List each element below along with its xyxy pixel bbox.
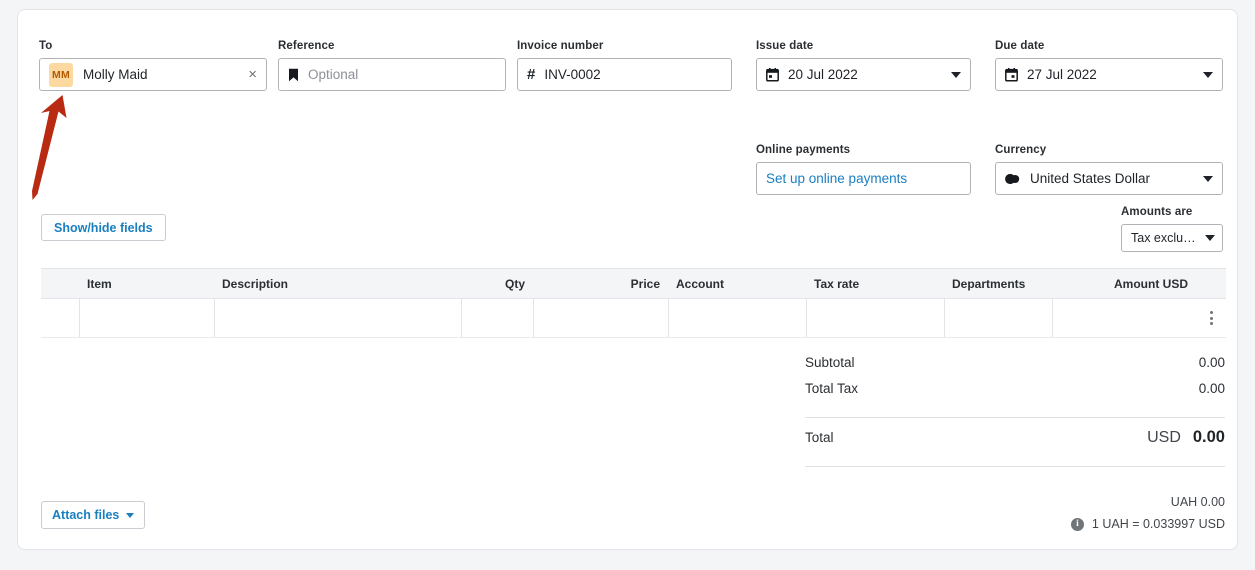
coins-icon — [1005, 173, 1021, 185]
chevron-down-icon[interactable] — [1205, 235, 1215, 241]
subtotal-value: 0.00 — [1198, 355, 1225, 370]
field-amounts-are-label: Amounts are — [1121, 206, 1193, 218]
amounts-are-select[interactable]: Tax exclusive — [1121, 224, 1223, 252]
issue-date-value: 20 Jul 2022 — [788, 67, 858, 82]
field-issue-date: Issue date 20 Jul 2022 — [756, 39, 971, 91]
invoice-editor-card: To MM Molly Maid × Reference Optional In… — [17, 9, 1238, 550]
hash-icon: # — [527, 66, 536, 83]
cell-tax-rate[interactable] — [806, 299, 944, 337]
grand-total-amount-group: USD 0.00 — [1147, 428, 1225, 447]
row-drag-handle[interactable] — [41, 299, 79, 337]
field-issue-date-label: Issue date — [756, 40, 814, 52]
exchange-rate-block: UAH 0.00 i 1 UAH = 0.033997 USD — [805, 493, 1225, 531]
bookmark-icon — [288, 68, 299, 82]
contact-name: Molly Maid — [83, 67, 148, 82]
contact-select[interactable]: MM Molly Maid × — [39, 58, 267, 91]
cell-qty[interactable] — [461, 299, 533, 337]
cell-amount[interactable] — [1052, 299, 1196, 337]
exchange-rate-row: i 1 UAH = 0.033997 USD — [805, 517, 1225, 531]
cell-item[interactable] — [79, 299, 214, 337]
issue-date-picker[interactable]: 20 Jul 2022 — [756, 58, 971, 91]
row-menu-cell[interactable] — [1196, 299, 1226, 337]
header-price: Price — [630, 276, 660, 291]
currency-select[interactable]: United States Dollar — [995, 162, 1223, 195]
attach-files-button[interactable]: Attach files — [41, 501, 146, 529]
info-icon[interactable]: i — [1070, 517, 1084, 531]
show-hide-fields-button[interactable]: Show/hide fields — [41, 214, 166, 241]
invoice-number-value: INV-0002 — [544, 67, 601, 82]
field-to: To MM Molly Maid × — [39, 39, 267, 91]
grand-total-label: Total — [805, 430, 834, 445]
line-items-table: Item Description Qty Price Account Tax r… — [41, 268, 1226, 338]
field-reference: Reference Optional — [278, 39, 506, 91]
cell-description[interactable] — [214, 299, 461, 337]
exchange-rate-text: 1 UAH = 0.033997 USD — [1091, 517, 1225, 531]
field-currency: Currency United States Dollar — [995, 143, 1223, 195]
chevron-down-icon[interactable] — [1203, 175, 1213, 182]
field-to-label: To — [39, 40, 53, 52]
field-online-payments: Online payments Set up online payments — [756, 143, 971, 195]
header-tax-rate: Tax rate — [814, 276, 860, 291]
due-date-picker[interactable]: 27 Jul 2022 — [995, 58, 1223, 91]
row-overflow-menu-icon[interactable] — [1196, 299, 1226, 337]
totals-panel: Subtotal 0.00 Total Tax 0.00 Total USD 0… — [805, 355, 1225, 477]
cell-price[interactable] — [533, 299, 668, 337]
grand-total-currency: USD — [1147, 429, 1181, 446]
total-tax-label: Total Tax — [805, 381, 859, 396]
field-due-date: Due date 27 Jul 2022 — [995, 39, 1223, 91]
line-items-header-row: Item Description Qty Price Account Tax r… — [41, 268, 1226, 299]
totals-divider-top — [805, 417, 1225, 418]
currency-value: United States Dollar — [1030, 171, 1151, 186]
field-online-payments-label: Online payments — [756, 144, 851, 156]
field-amounts-are: Amounts are Tax exclusive — [1121, 205, 1223, 252]
subtotal-label: Subtotal — [805, 355, 855, 370]
field-invoice-number-label: Invoice number — [517, 40, 604, 52]
attach-files-label: Attach files — [52, 508, 120, 522]
reference-input[interactable]: Optional — [278, 58, 506, 91]
setup-online-payments-link[interactable]: Set up online payments — [766, 171, 961, 186]
header-amount: Amount USD — [1114, 276, 1188, 291]
show-hide-fields-label: Show/hide fields — [54, 220, 153, 235]
header-description: Description — [222, 276, 289, 291]
calendar-icon — [1005, 67, 1018, 82]
cell-account[interactable] — [668, 299, 806, 337]
reference-placeholder: Optional — [308, 67, 359, 82]
chevron-down-icon[interactable] — [951, 71, 961, 78]
secondary-currency-total: UAH 0.00 — [1170, 495, 1225, 509]
due-date-value: 27 Jul 2022 — [1027, 67, 1097, 82]
totals-divider-bottom — [805, 466, 1225, 467]
table-row[interactable] — [41, 299, 1226, 338]
field-invoice-number: Invoice number # INV-0002 — [517, 39, 732, 91]
grand-total-value: 0.00 — [1192, 428, 1225, 446]
contact-avatar: MM — [49, 62, 73, 87]
field-reference-label: Reference — [278, 40, 335, 52]
calendar-icon — [766, 67, 779, 82]
header-account: Account — [676, 276, 724, 291]
field-currency-label: Currency — [995, 144, 1047, 156]
total-tax-row: Total Tax 0.00 — [805, 381, 1225, 407]
field-due-date-label: Due date — [995, 40, 1045, 52]
invoice-number-input[interactable]: # INV-0002 — [517, 58, 732, 91]
grand-total-row: Total USD 0.00 — [805, 428, 1225, 456]
header-departments: Departments — [952, 276, 1026, 291]
total-tax-value: 0.00 — [1198, 381, 1225, 396]
chevron-down-icon[interactable] — [126, 512, 135, 518]
online-payments-box[interactable]: Set up online payments — [756, 162, 971, 195]
cell-departments[interactable] — [944, 299, 1052, 337]
amounts-are-value: Tax exclusive — [1131, 231, 1197, 245]
chevron-down-icon[interactable] — [1203, 71, 1213, 78]
subtotal-row: Subtotal 0.00 — [805, 355, 1225, 381]
clear-contact-icon[interactable]: × — [242, 67, 257, 82]
header-item: Item — [87, 276, 112, 291]
header-qty: Qty — [504, 276, 525, 291]
